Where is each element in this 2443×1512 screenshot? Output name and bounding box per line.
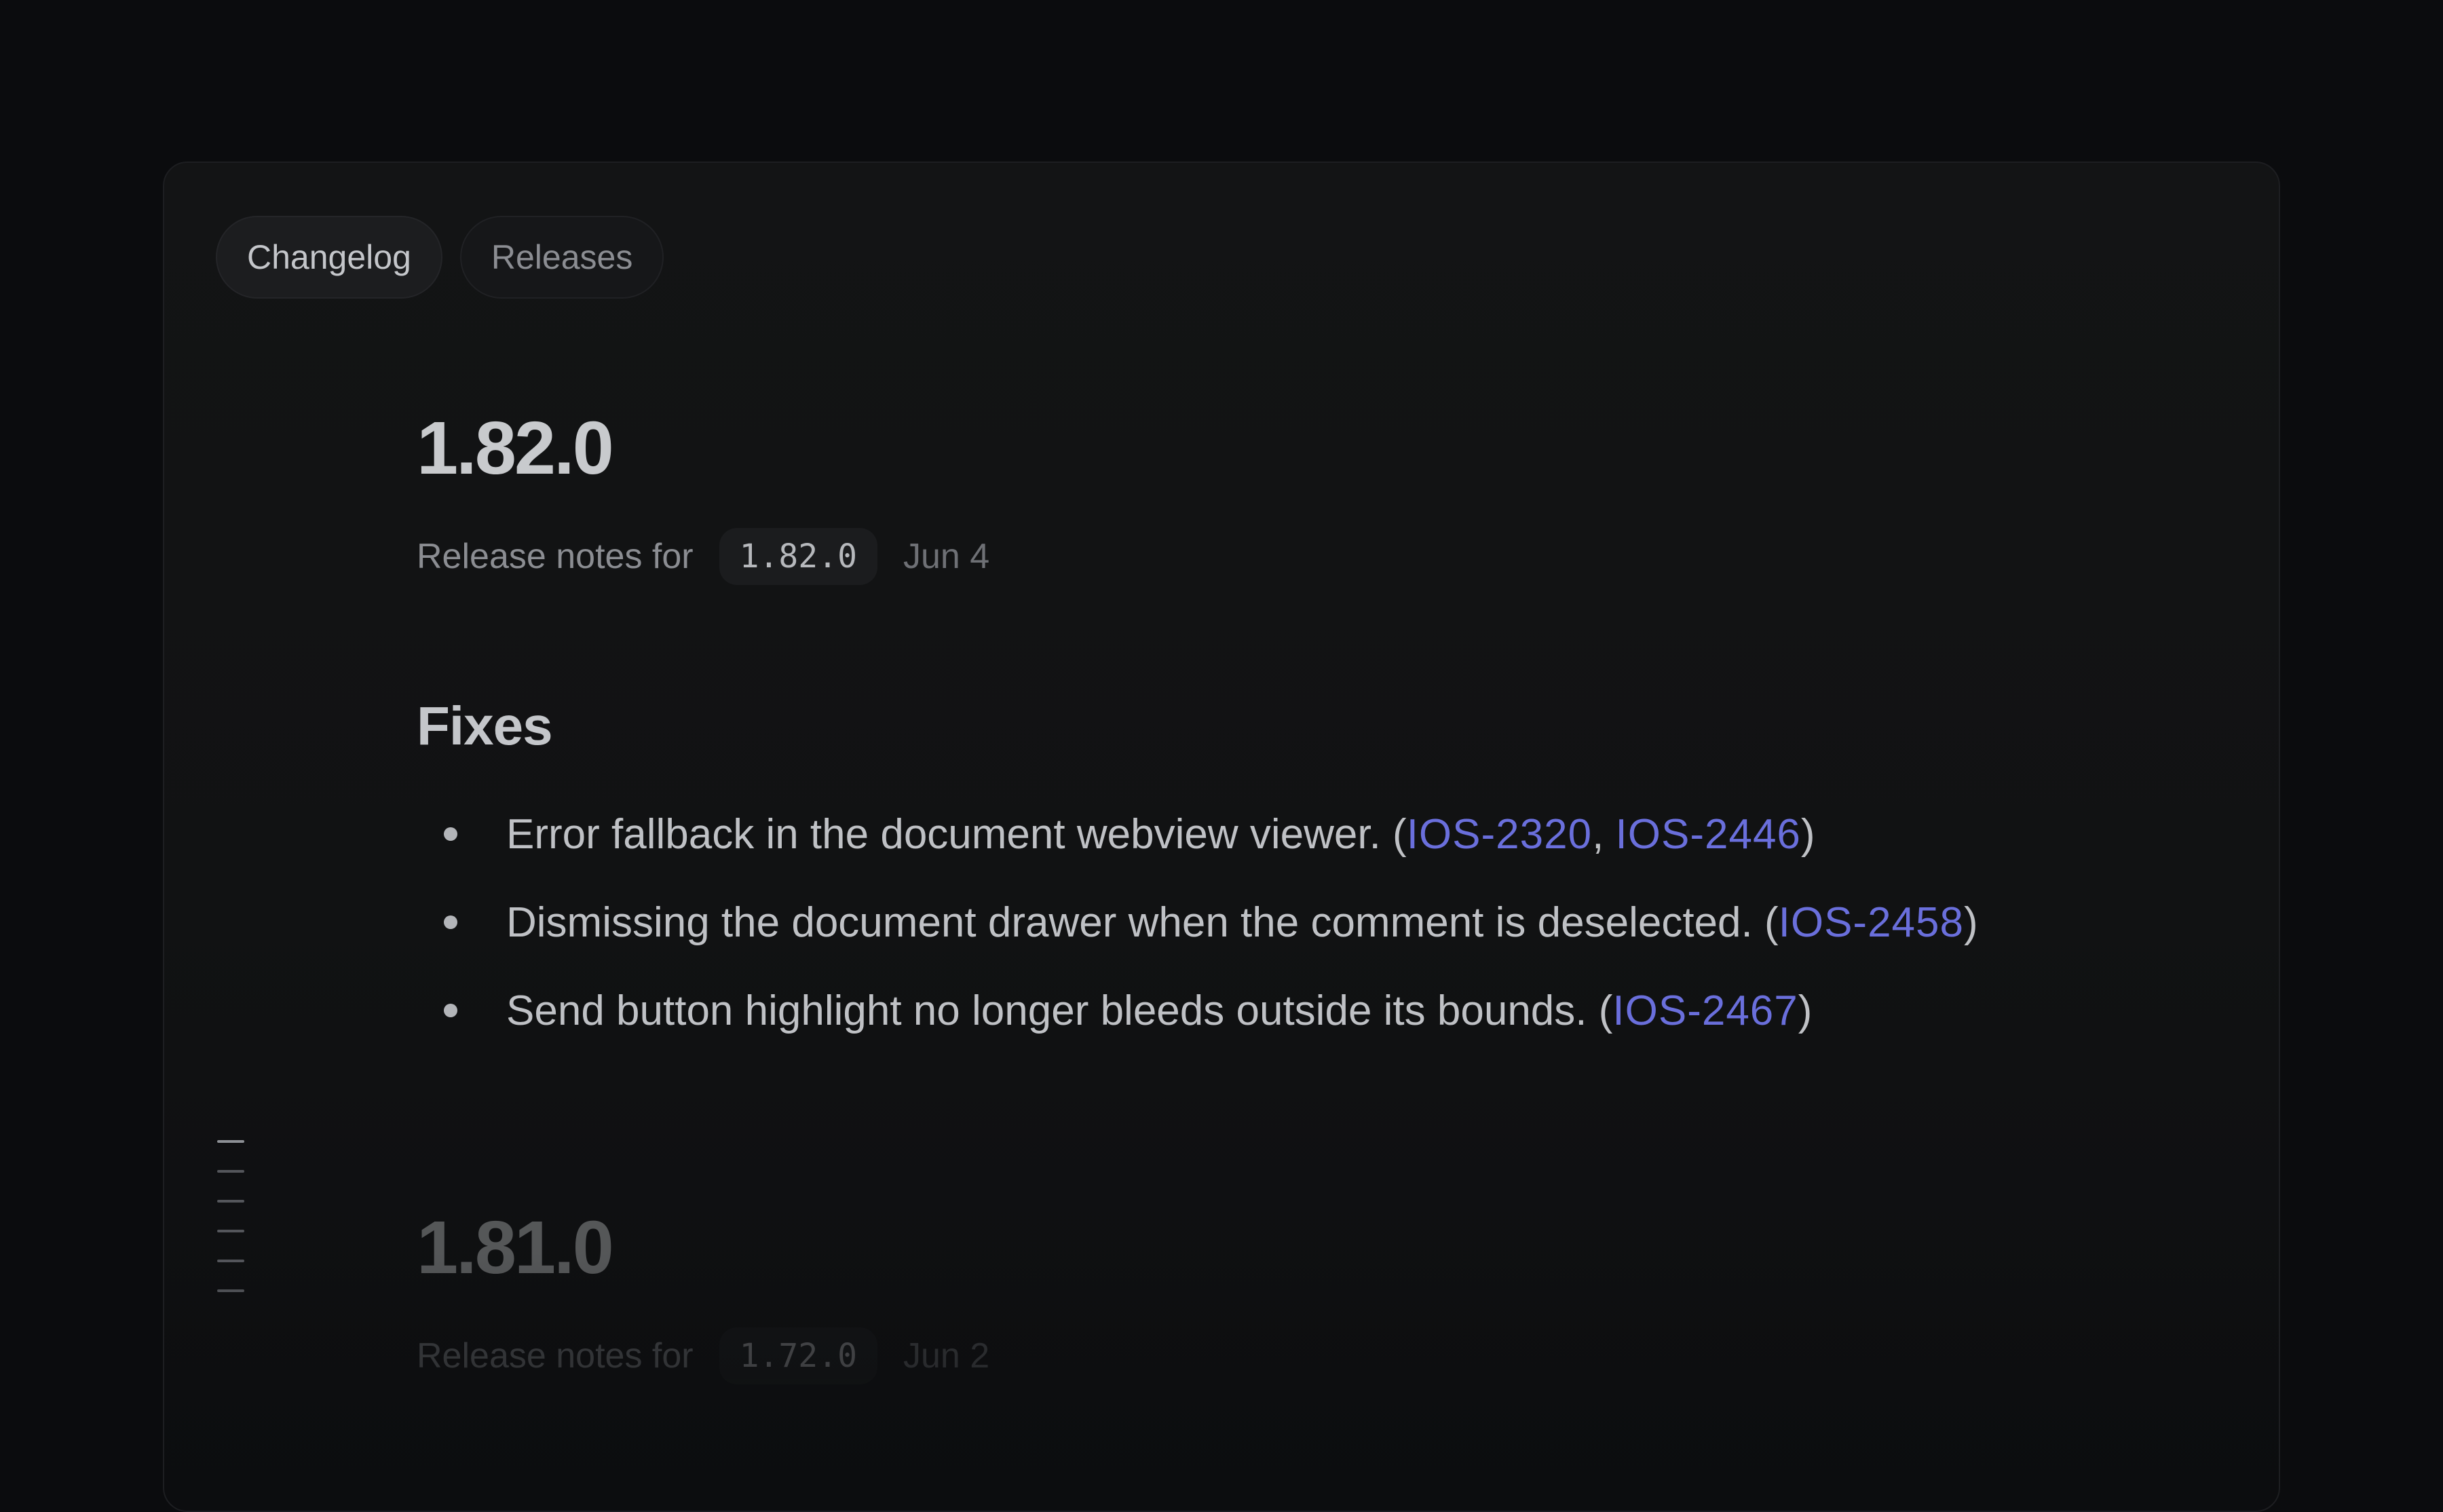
- release-entry: 1.81.0 Release notes for 1.72.0 Jun 2: [417, 1211, 989, 1384]
- release-meta: Release notes for 1.82.0 Jun 4: [417, 528, 1978, 585]
- bullet-icon: [444, 1004, 457, 1017]
- fix-item: Send button highlight no longer bleeds o…: [417, 966, 1978, 1055]
- bullet-icon: [444, 827, 457, 841]
- fix-text: Error fallback in the document webview v…: [506, 810, 1815, 858]
- fixes-list: Error fallback in the document webview v…: [417, 790, 1978, 1055]
- tick-mark: [217, 1140, 244, 1143]
- changelog-card: Changelog Releases 1.82.0 Release notes …: [163, 162, 2280, 1512]
- release-date: Jun 2: [903, 1336, 990, 1376]
- bullet-icon: [444, 915, 457, 929]
- release-notes-label: Release notes for: [417, 537, 694, 576]
- release-notes-label: Release notes for: [417, 1336, 694, 1376]
- scroll-position-ticks[interactable]: [217, 1140, 244, 1319]
- fix-item: Dismissing the document drawer when the …: [417, 878, 1978, 966]
- fixes-heading: Fixes: [417, 696, 553, 756]
- release-date: Jun 4: [903, 537, 990, 576]
- tick-mark: [217, 1170, 244, 1173]
- release-entry: 1.82.0 Release notes for 1.82.0 Jun 4 Fi…: [417, 411, 1978, 1055]
- tick-mark: [217, 1289, 244, 1292]
- tick-mark: [217, 1200, 244, 1203]
- release-version-title: 1.81.0: [417, 1206, 614, 1289]
- version-code-badge: 1.82.0: [719, 528, 877, 585]
- issue-link-ios-2320[interactable]: IOS-2320: [1407, 811, 1592, 858]
- tab-changelog[interactable]: Changelog: [216, 216, 442, 299]
- fix-item: Error fallback in the document webview v…: [417, 790, 1978, 878]
- issue-link-ios-2467[interactable]: IOS-2467: [1612, 987, 1798, 1034]
- tab-bar: Changelog Releases: [216, 216, 664, 299]
- issue-link-ios-2446[interactable]: IOS-2446: [1616, 811, 1801, 858]
- release-meta: Release notes for 1.72.0 Jun 2: [417, 1327, 989, 1384]
- release-version-title: 1.82.0: [417, 407, 614, 490]
- fix-text: Send button highlight no longer bleeds o…: [506, 987, 1813, 1034]
- tick-mark: [217, 1260, 244, 1262]
- issue-link-ios-2458[interactable]: IOS-2458: [1779, 899, 1964, 946]
- link-separator: ,: [1592, 810, 1616, 858]
- fix-text: Dismissing the document drawer when the …: [506, 899, 1978, 946]
- tab-releases[interactable]: Releases: [459, 216, 664, 299]
- tick-mark: [217, 1230, 244, 1232]
- version-code-badge: 1.72.0: [719, 1327, 877, 1384]
